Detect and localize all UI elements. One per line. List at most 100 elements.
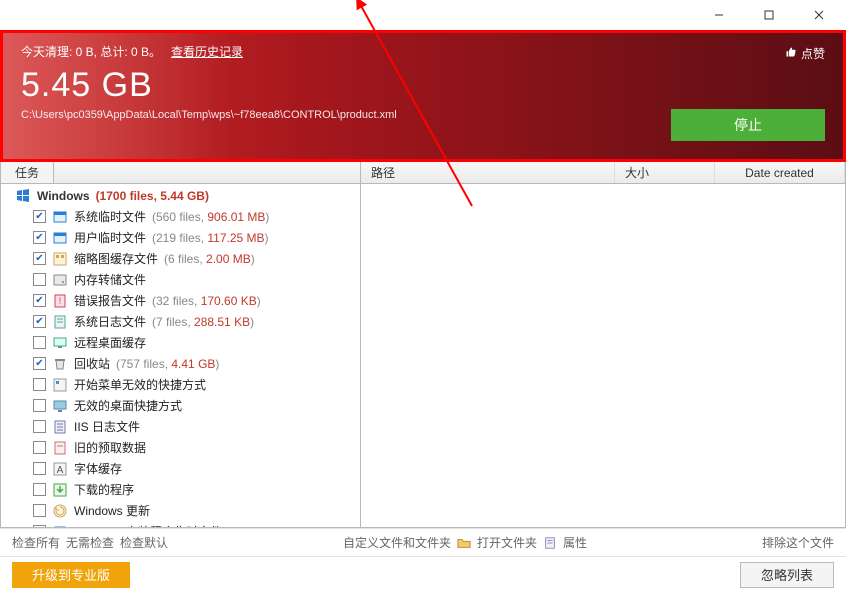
tree-item[interactable]: ✔! 错误报告文件 (32 files, 170.60 KB): [1, 290, 360, 311]
menu-icon: [52, 377, 68, 393]
col-path[interactable]: 路径: [361, 162, 615, 183]
scan-total-size: 5.45 GB: [21, 66, 825, 105]
header: 今天清理: 0 B, 总计: 0 B。 查看历史记录 点赞 5.45 GB C:…: [3, 33, 843, 159]
font-icon: A: [52, 461, 68, 477]
checkbox[interactable]: [33, 273, 46, 286]
old-icon: [52, 440, 68, 456]
checkbox[interactable]: ✔: [33, 357, 46, 370]
details-pane: 路径 大小 Date created: [361, 162, 845, 527]
install-icon: [52, 524, 68, 528]
checkbox[interactable]: ✔: [33, 525, 46, 527]
like-label: 点赞: [801, 45, 825, 62]
exclude-file-link[interactable]: 排除这个文件: [762, 534, 834, 551]
maximize-button[interactable]: [748, 3, 790, 27]
tasks-tab[interactable]: 任务: [1, 162, 54, 183]
tree-item[interactable]: ✔ 系统临时文件 (560 files, 906.01 MB): [1, 206, 360, 227]
stop-button[interactable]: 停止: [671, 109, 825, 141]
tree-item[interactable]: ✔ 用户临时文件 (219 files, 117.25 MB): [1, 227, 360, 248]
header-summary-row: 今天清理: 0 B, 总计: 0 B。 查看历史记录: [21, 43, 825, 60]
item-meta: (219 files, 117.25 MB): [152, 231, 269, 245]
tree-root-windows[interactable]: Windows (1700 files, 5.44 GB): [1, 186, 360, 206]
tree-item[interactable]: A字体缓存: [1, 458, 360, 479]
tree-item[interactable]: 旧的预取数据: [1, 437, 360, 458]
ignore-list-button[interactable]: 忽略列表: [740, 562, 834, 588]
checkbox[interactable]: [33, 483, 46, 496]
item-name: 回收站: [74, 355, 110, 372]
open-folder-link[interactable]: 打开文件夹: [477, 534, 537, 551]
like-button[interactable]: 点赞: [785, 45, 825, 62]
item-name: IIS 日志文件: [74, 418, 140, 435]
tasks-tree[interactable]: Windows (1700 files, 5.44 GB) ✔ 系统临时文件 (5…: [1, 184, 360, 527]
item-name: Windows 更新: [74, 502, 150, 519]
item-name: 内存转储文件: [74, 271, 146, 288]
close-button[interactable]: [798, 3, 840, 27]
report-icon: !: [52, 293, 68, 309]
tree-item[interactable]: ✔缩略图缓存文件 (6 files, 2.00 MB): [1, 248, 360, 269]
col-date[interactable]: Date created: [715, 162, 845, 183]
checkbox[interactable]: [33, 420, 46, 433]
iis-icon: [52, 419, 68, 435]
col-size[interactable]: 大小: [615, 162, 715, 183]
item-meta: (119 files, 26.60 MB): [228, 525, 338, 528]
properties-icon: [543, 536, 557, 550]
tree-item[interactable]: IIS 日志文件: [1, 416, 360, 437]
checkbox[interactable]: ✔: [33, 210, 46, 223]
item-meta: (560 files, 906.01 MB): [152, 210, 269, 224]
upgrade-button[interactable]: 升级到专业版: [12, 562, 130, 588]
tree-item[interactable]: 无效的桌面快捷方式: [1, 395, 360, 416]
header-annotation-border: 今天清理: 0 B, 总计: 0 B。 查看历史记录 点赞 5.45 GB C:…: [0, 30, 846, 162]
svg-text:!: !: [59, 296, 62, 306]
custom-files-link[interactable]: 自定义文件和文件夹: [343, 534, 451, 551]
check-default-link[interactable]: 检查默认: [120, 534, 168, 551]
checkbox[interactable]: [33, 378, 46, 391]
item-meta: (6 files, 2.00 MB): [164, 252, 255, 266]
tasks-pane: 任务 Windows (1700 files, 5.44 GB) ✔ 系统临时文件…: [1, 162, 361, 527]
checkbox[interactable]: [33, 504, 46, 517]
check-all-link[interactable]: 检查所有: [12, 534, 60, 551]
properties-link[interactable]: 属性: [563, 534, 587, 551]
item-name: 开始菜单无效的快捷方式: [74, 376, 206, 393]
checkbox[interactable]: [33, 399, 46, 412]
footer-actions: 检查所有 无需检查 检查默认 自定义文件和文件夹 打开文件夹 属性 排除这个文件: [0, 528, 846, 556]
details-body: [361, 184, 845, 527]
item-meta: (7 files, 288.51 KB): [152, 315, 254, 329]
tree-item[interactable]: Windows 更新: [1, 500, 360, 521]
item-name: 系统日志文件: [74, 313, 146, 330]
content-area: 任务 Windows (1700 files, 5.44 GB) ✔ 系统临时文件…: [0, 162, 846, 528]
disk-icon: [52, 272, 68, 288]
checkbox[interactable]: ✔: [33, 315, 46, 328]
windows-flag-icon: [15, 188, 31, 204]
checkbox[interactable]: [33, 441, 46, 454]
tree-item[interactable]: ✔回收站 (757 files, 4.41 GB): [1, 353, 360, 374]
tree-item[interactable]: 远程桌面缓存: [1, 332, 360, 353]
desk-icon: [52, 398, 68, 414]
bin-icon: [52, 356, 68, 372]
item-name: 错误报告文件: [74, 292, 146, 309]
item-name: 系统临时文件: [74, 208, 146, 225]
today-cleaned-text: 今天清理: 0 B, 总计: 0 B。: [21, 43, 161, 60]
item-name: 用户临时文件: [74, 229, 146, 246]
thumb-icon: [52, 251, 68, 267]
checkbox[interactable]: [33, 336, 46, 349]
tree-root-meta: (1700 files, 5.44 GB): [96, 189, 209, 203]
item-meta: (32 files, 170.60 KB): [152, 294, 261, 308]
item-name: Windows 安装程序临时文件: [74, 523, 222, 527]
details-columns: 路径 大小 Date created: [361, 162, 845, 184]
tree-item[interactable]: ✔ Windows 安装程序临时文件 (119 files, 26.60 MB): [1, 521, 360, 527]
checkbox[interactable]: ✔: [33, 231, 46, 244]
no-check-link[interactable]: 无需检查: [66, 534, 114, 551]
tree-item[interactable]: ✔ 系统日志文件 (7 files, 288.51 KB): [1, 311, 360, 332]
tasks-tab-bar: 任务: [1, 162, 360, 184]
item-name: 无效的桌面快捷方式: [74, 397, 182, 414]
minimize-button[interactable]: [698, 3, 740, 27]
tree-item[interactable]: 开始菜单无效的快捷方式: [1, 374, 360, 395]
tree-item[interactable]: 内存转储文件: [1, 269, 360, 290]
item-name: 下载的程序: [74, 481, 134, 498]
checkbox[interactable]: ✔: [33, 294, 46, 307]
tree-item[interactable]: 下载的程序: [1, 479, 360, 500]
checkbox[interactable]: ✔: [33, 252, 46, 265]
folder-open-icon: [457, 536, 471, 550]
history-link[interactable]: 查看历史记录: [171, 43, 243, 60]
checkbox[interactable]: [33, 462, 46, 475]
log-icon: [52, 314, 68, 330]
